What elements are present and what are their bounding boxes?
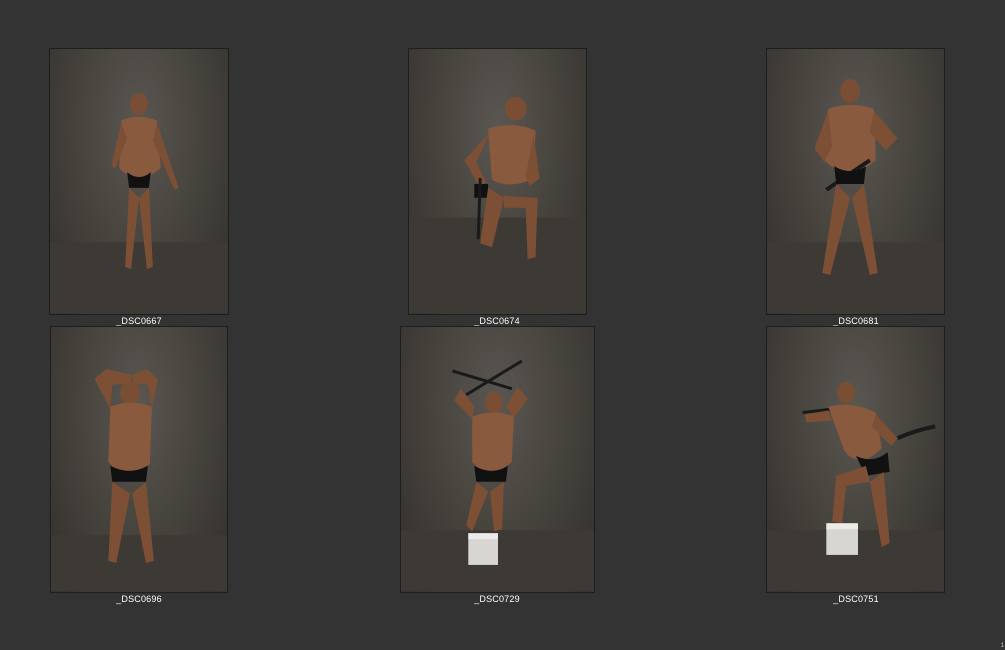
photo-thumbnail[interactable] <box>50 326 228 593</box>
photo-filename-caption: _DSC0696 <box>116 594 162 604</box>
photo-thumbnail[interactable] <box>766 326 945 593</box>
page-number: 1 <box>1000 643 1004 649</box>
photo-thumbnail[interactable] <box>408 48 587 315</box>
photo-filename-caption: _DSC0681 <box>833 316 879 326</box>
standing-figure-with-sword-photo <box>767 79 944 314</box>
standing-figure-photo <box>50 92 228 314</box>
contact-sheet: _DSC0667 _DSC0674 _DSC0681 _DSC0696 _DSC… <box>0 0 1005 650</box>
figure-crossed-swords-on-box-photo <box>401 359 594 592</box>
photo-filename-caption: _DSC0667 <box>116 316 162 326</box>
photo-thumbnail[interactable] <box>49 48 229 315</box>
photo-thumbnail[interactable] <box>766 48 945 315</box>
photo-filename-caption: _DSC0751 <box>833 594 879 604</box>
photo-filename-caption: _DSC0674 <box>474 316 520 326</box>
kneeling-figure-photo <box>409 96 586 314</box>
photo-filename-caption: _DSC0729 <box>474 594 520 604</box>
arms-overhead-figure-photo <box>51 369 227 592</box>
photo-thumbnail[interactable] <box>400 326 595 593</box>
figure-swinging-sword-on-box-photo <box>767 381 944 592</box>
